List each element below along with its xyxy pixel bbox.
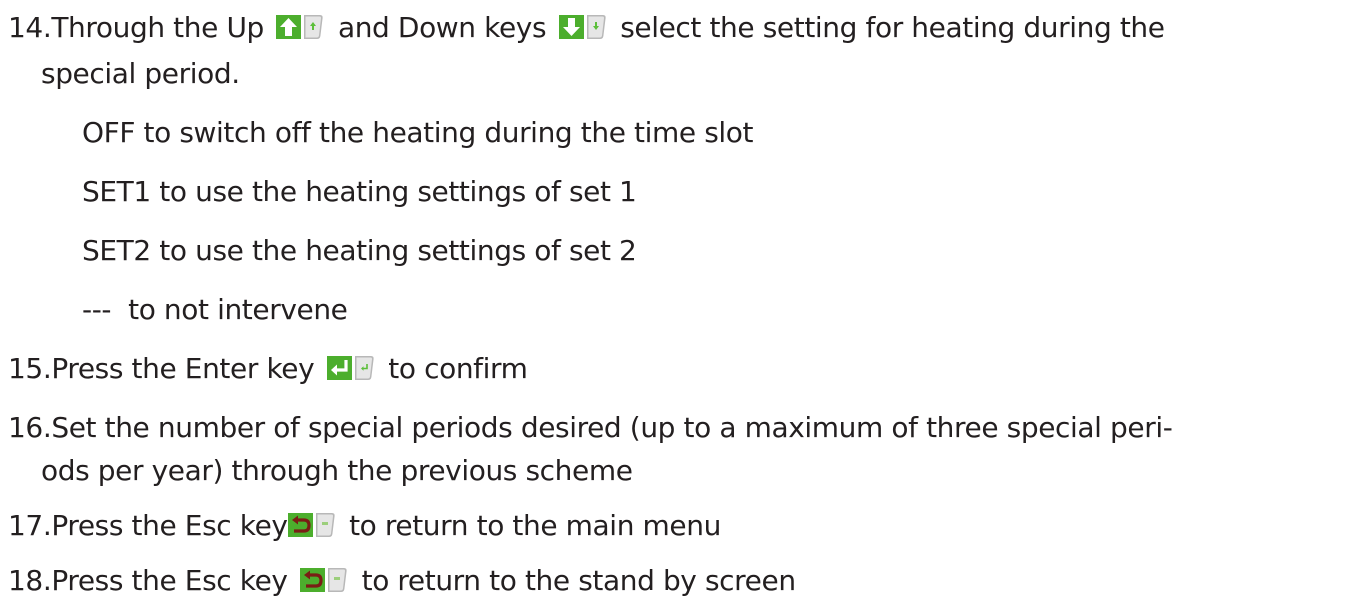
option-none: --- to not intervene [82,292,348,328]
option-set2: SET2 to use the heating settings of set … [82,233,637,269]
step-text: and Down keys [337,11,547,44]
step-number: 16. [8,411,52,444]
option-text: --- to not intervene [82,293,348,326]
esc-return-key-icon [287,512,337,538]
step-14-line-2: special period. [41,56,240,92]
step-number: 14. [8,11,52,44]
step-text: select the setting for heating during th… [620,11,1165,44]
esc-return-key-icon [300,567,349,593]
step-number: 15. [8,352,52,385]
step-text: Press the Enter key [51,352,315,385]
step-text: Through the Up [51,11,264,44]
step-text: to return to the main menu [349,509,721,542]
down-arrow-key-icon [558,14,608,40]
instruction-page: 14.Through the Up and Down keys select t… [0,0,1365,597]
step-14-line-1: 14.Through the Up and Down keys select t… [8,10,1165,46]
option-text: SET1 to use the heating settings of set … [82,175,637,208]
option-set1: SET1 to use the heating settings of set … [82,174,637,210]
step-number: 17. [8,509,52,542]
option-text: SET2 to use the heating settings of set … [82,234,637,267]
step-text: Press the Esc key [51,509,288,542]
step-text: Press the Esc key [51,564,288,597]
step-text: Set the number of special periods desire… [51,411,1173,444]
step-18: 18.Press the Esc key to return to the st… [8,563,796,599]
step-text: special period. [41,57,240,90]
step-number: 18. [8,564,52,597]
step-text: ods per year) through the previous schem… [41,454,633,487]
step-text: to return to the stand by screen [361,564,796,597]
step-16-line-2: ods per year) through the previous schem… [41,453,633,489]
step-16-line-1: 16.Set the number of special periods des… [8,410,1173,446]
enter-key-icon [326,355,376,381]
option-text: OFF to switch off the heating during the… [82,116,754,149]
step-text: to confirm [388,352,528,385]
option-off: OFF to switch off the heating during the… [82,115,753,151]
step-17: 17.Press the Esc key to return to the ma… [8,508,721,544]
step-15: 15.Press the Enter key to confirm [8,351,528,387]
up-arrow-key-icon [276,14,325,40]
